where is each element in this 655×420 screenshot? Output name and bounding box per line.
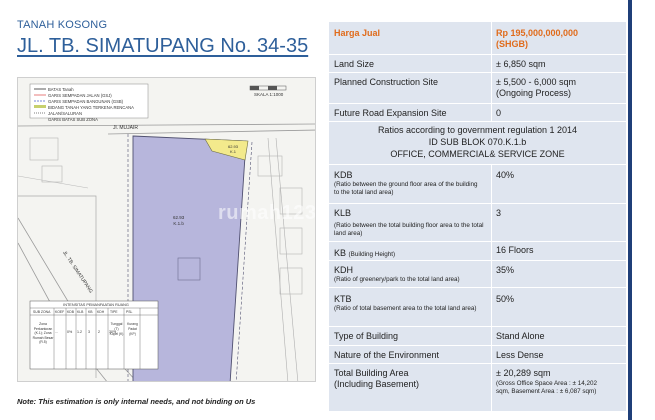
- zoning-cell: 2: [98, 330, 100, 334]
- zoning-header-cell: PSL: [126, 310, 133, 314]
- row-divider: [329, 363, 626, 364]
- kdb-label-block: KDB (Ratio between the ground floor area…: [334, 170, 484, 197]
- kb-label-block: KB (Building Height): [334, 248, 484, 260]
- row-divider: [329, 326, 626, 327]
- kdb-description: (Ratio between the ground floor area of …: [334, 181, 478, 196]
- klb-value: 3: [496, 208, 502, 218]
- zoning-header-cell: KLB: [77, 310, 84, 314]
- zoning-header-cell: KDB: [67, 310, 74, 314]
- total-area-value: ± 20,289 sqm: [496, 368, 551, 378]
- zoning-header-cell: SUB ZONA: [33, 310, 51, 314]
- column-divider: [491, 164, 492, 411]
- zoning-table-title: INTENSITAS PEMANFAATAN RUANG: [63, 303, 129, 307]
- zoning-cell: ...: [55, 330, 58, 334]
- zoning-cell: 3: [88, 330, 90, 334]
- page-edge-bar: [628, 0, 632, 420]
- kdb-label: KDB: [334, 170, 353, 180]
- zoning-header-cell: KB: [88, 310, 93, 314]
- parcel-main-zone: K.1.b: [173, 221, 184, 226]
- kb-value: 16 Floors: [496, 245, 534, 255]
- row-divider: [329, 72, 626, 73]
- page-title: JL. TB. SIMATUPANG No. 34-35: [17, 35, 309, 57]
- zoning-subzone-cell: Zona Perkantoran (K.1); Zona Rumah Besar…: [32, 322, 54, 344]
- building-type-value: Stand Alone: [496, 331, 545, 341]
- price-label: Harga Jual: [334, 28, 381, 38]
- parcel-small-label: 62.93 K.1: [228, 144, 238, 154]
- zoning-psl-cell: Kurang Padat (KP): [127, 322, 138, 336]
- environment-label: Nature of the Environment: [334, 350, 440, 360]
- row-divider: [329, 203, 626, 204]
- zoning-cell: 1.2: [77, 330, 82, 334]
- row-divider: [329, 121, 626, 122]
- environment-value: Less Dense: [496, 350, 544, 360]
- ktb-label-block: KTB (Ratio of total basement area to the…: [334, 294, 484, 313]
- planned-construction-status: (Ongoing Process): [496, 88, 572, 98]
- kdh-description: (Ratio of greenery/park to the total lan…: [334, 276, 460, 283]
- planned-construction-label: Planned Construction Site: [334, 77, 439, 87]
- land-size-label: Land Size: [334, 59, 375, 69]
- total-area-label-note: (Including Basement): [334, 379, 420, 389]
- ratios-regulation: Ratios according to government regulatio…: [377, 125, 578, 135]
- disclaimer-note: Note: This estimation is only internal n…: [17, 397, 256, 406]
- klb-description: (Ratio between the total building floor …: [334, 222, 484, 237]
- zoning-type-cell: Tunggal (T) Kopel (K): [109, 322, 124, 337]
- klb-label-block: KLB (Ratio between the total building fl…: [334, 208, 484, 238]
- ratios-zone: OFFICE, COMMERCIAL& SERVICE ZONE: [390, 149, 565, 159]
- site-plan-drawing: [18, 78, 315, 381]
- page-subtitle: TANAH KOSONG: [17, 19, 108, 31]
- total-area-breakdown-2: sqm, Basement Area : ± 6,087 sqm): [496, 388, 597, 395]
- column-divider: [491, 22, 492, 121]
- zoning-type-line: Kopel (K): [109, 332, 124, 336]
- row-divider: [329, 103, 626, 104]
- price-value: Rp 195,000,000,000: [496, 28, 579, 38]
- kb-description: (Building Height): [348, 251, 396, 258]
- kdh-label: KDH: [334, 265, 354, 275]
- kb-label: KB: [334, 248, 347, 258]
- total-area-label-block: Total Building Area (Including Basement): [334, 368, 484, 390]
- ktb-label: KTB: [334, 294, 352, 304]
- site-plan-map: BATAS Tanah GARIS SEMPADAN JALAN (GSJ) G…: [17, 77, 316, 382]
- row-divider: [329, 260, 626, 261]
- zoning-header-cell: TIPE: [110, 310, 118, 314]
- zoning-type-line: Tunggal (T): [110, 322, 123, 331]
- row-divider: [329, 345, 626, 346]
- ratios-sub-block: ID SUB BLOK 070.K.1.b: [428, 137, 527, 147]
- building-type-label: Type of Building: [334, 331, 399, 341]
- street-label-top: Jl. MUJAIR: [113, 125, 138, 131]
- land-size-value: ± 6,850 sqm: [496, 59, 546, 69]
- road-expansion-value: 0: [496, 108, 502, 118]
- row-divider: [329, 287, 626, 288]
- legend-line: GARIS BATAS SUB ZONA: [48, 117, 98, 122]
- legend-line: BIDANG TANAH YANG TERKENA RENCANA JALAN/…: [48, 105, 134, 116]
- parcel-main-label: 62.93 K.1.b: [173, 215, 184, 227]
- kdb-value: 40%: [496, 170, 515, 180]
- road-expansion-label: Future Road Expansion Site: [334, 108, 447, 118]
- price-title-type: (SHGB): [496, 39, 528, 49]
- map-legend-text: BATAS Tanah GARIS SEMPADAN JALAN (GSJ) G…: [48, 87, 148, 123]
- planned-construction-value: ± 5,500 - 6,000 sqm: [496, 77, 576, 87]
- row-divider: [329, 54, 626, 55]
- kdh-label-block: KDH (Ratio of greenery/park to the total…: [334, 265, 484, 284]
- ktb-description: (Ratio of total basement area to the tot…: [334, 305, 477, 312]
- total-area-value-block: ± 20,289 sqm (Gross Office Space Area : …: [496, 368, 624, 396]
- total-area-breakdown-1: (Gross Office Space Area : ± 14,202: [496, 380, 597, 387]
- planned-construction-value-block: ± 5,500 - 6,000 sqm (Ongoing Process): [496, 77, 624, 99]
- ktb-value: 50%: [496, 294, 515, 304]
- klb-label: KLB: [334, 208, 352, 218]
- zoning-cell: 0%: [67, 330, 73, 334]
- ratios-header: Ratios according to government regulatio…: [329, 124, 626, 160]
- zoning-header-cell: KOEF: [55, 310, 65, 314]
- property-info-table: Harga Jual Rp 195,000,000,000 (SHGB) Lan…: [329, 22, 626, 411]
- total-area-label: Total Building Area: [334, 368, 409, 378]
- price-value-block: Rp 195,000,000,000 (SHGB): [496, 28, 624, 50]
- row-divider: [329, 241, 626, 242]
- watermark-logo: rumah123: [218, 202, 316, 224]
- parcel-small-zone: K.1: [230, 149, 237, 154]
- row-divider: [329, 164, 626, 165]
- kdh-value: 35%: [496, 265, 515, 275]
- zoning-header-cell: KDH: [97, 310, 105, 314]
- map-scale-label: SKALA 1:1000: [254, 92, 284, 97]
